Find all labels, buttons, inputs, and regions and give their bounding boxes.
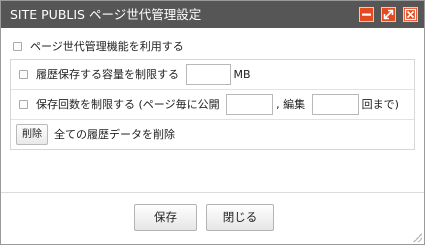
capacity-row: 履歴保存する容量を制限する MB	[11, 60, 414, 90]
count-checkbox[interactable]	[19, 99, 28, 109]
settings-panel: 履歴保存する容量を制限する MB 保存回数を制限する (ページ毎に公開 , 編集…	[10, 59, 415, 150]
enable-row: ページ世代管理機能を利用する	[10, 37, 415, 57]
settings-content: ページ世代管理機能を利用する 履歴保存する容量を制限する MB 保存回数を制限す…	[10, 37, 415, 150]
delete-description: 全ての履歴データを削除	[54, 128, 175, 141]
close-button[interactable]: 閉じる	[206, 204, 274, 231]
delete-button[interactable]: 削除	[16, 123, 48, 145]
count-separator: , 編集	[276, 98, 306, 111]
footer-divider	[1, 192, 424, 193]
capacity-checkbox[interactable]	[19, 69, 28, 79]
resize-grip-icon[interactable]	[413, 233, 422, 242]
close-icon[interactable]	[403, 7, 418, 22]
edit-count-input[interactable]	[311, 93, 359, 115]
count-row: 保存回数を制限する (ページ毎に公開 , 編集 回まで)	[11, 90, 414, 120]
save-button[interactable]: 保存	[134, 204, 197, 231]
count-suffix: 回まで)	[361, 98, 399, 111]
delete-row: 削除 全ての履歴データを削除	[11, 120, 414, 149]
maximize-icon[interactable]	[381, 7, 396, 22]
minimize-icon[interactable]	[359, 7, 374, 22]
page-generation-settings-dialog: SITE PUBLIS ページ世代管理設定 ページ世代管理機能を利用する 履歴保…	[0, 0, 425, 245]
capacity-label: 履歴保存する容量を制限する	[36, 68, 179, 81]
enable-label: ページ世代管理機能を利用する	[30, 40, 184, 53]
dialog-titlebar[interactable]: SITE PUBLIS ページ世代管理設定	[1, 1, 424, 28]
publish-count-input[interactable]	[226, 93, 274, 115]
dialog-title: SITE PUBLIS ページ世代管理設定	[10, 7, 202, 22]
enable-checkbox[interactable]	[13, 41, 22, 51]
count-label: 保存回数を制限する (ページ毎に公開	[36, 98, 220, 111]
capacity-input[interactable]	[185, 63, 231, 85]
capacity-unit: MB	[233, 68, 251, 81]
